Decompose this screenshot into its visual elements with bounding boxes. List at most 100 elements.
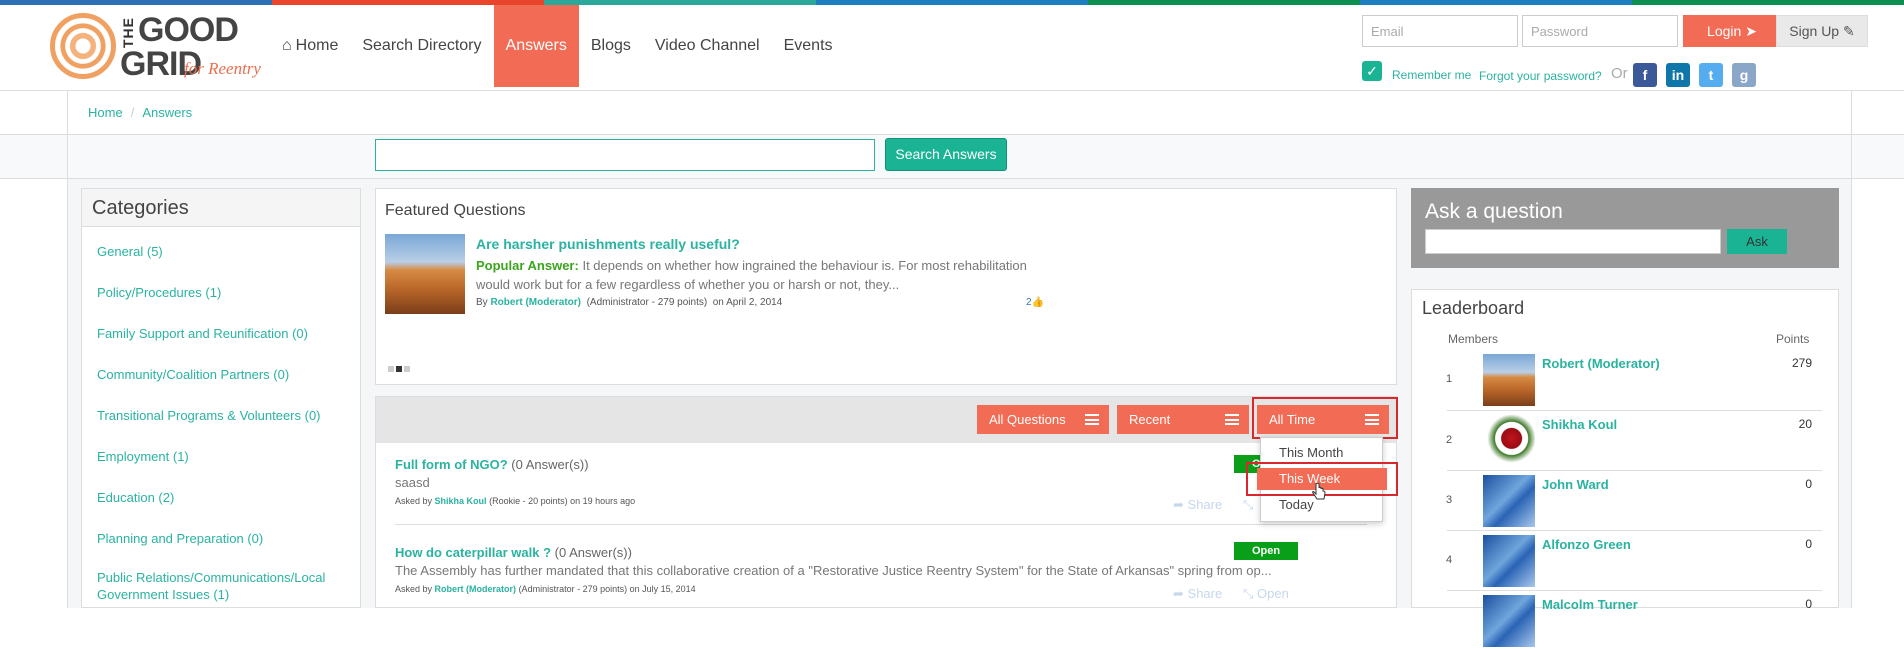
category-link[interactable]: General (5) — [82, 243, 360, 260]
category-link[interactable]: Employment (1) — [82, 448, 360, 465]
open-button[interactable]: ⤡ — [1243, 497, 1253, 513]
asked-by-prefix: Asked by — [395, 584, 433, 594]
question-title-link[interactable]: Full form of NGO? — [395, 457, 508, 472]
open-button[interactable]: ⤡ Open — [1243, 586, 1289, 602]
remember-me[interactable]: ✓ Remember me — [1362, 60, 1471, 82]
facebook-icon[interactable]: f — [1633, 63, 1657, 87]
carousel-dot[interactable] — [388, 366, 394, 372]
expand-icon: ⤡ — [1243, 586, 1254, 601]
avatar[interactable] — [1483, 475, 1535, 527]
nav-home[interactable]: ⌂ Home — [270, 5, 350, 87]
leaderboard-member-link[interactable]: Robert (Moderator) — [1542, 356, 1660, 371]
all-questions-label: All Questions — [989, 412, 1066, 427]
open-label: Open — [1257, 586, 1289, 601]
question-meta: (Rookie - 20 points) on 19 hours ago — [489, 496, 636, 506]
category-link[interactable]: Public Relations/Communications/Local Go… — [82, 569, 342, 603]
nav-blogs[interactable]: Blogs — [579, 5, 643, 87]
thumbs-up-icon: 👍 — [1031, 297, 1045, 308]
hand-cursor-icon — [1312, 483, 1326, 500]
question-author-link[interactable]: Robert (Moderator) — [435, 584, 517, 594]
leaderboard-rank: 4 — [1446, 554, 1453, 566]
recent-label: Recent — [1129, 412, 1171, 427]
remember-checkbox[interactable]: ✓ — [1362, 61, 1382, 81]
menu-icon — [1085, 414, 1099, 425]
featured-title: Featured Questions — [385, 202, 526, 219]
ask-button[interactable]: Ask — [1727, 229, 1787, 254]
dropdown-this-month[interactable]: This Month — [1261, 442, 1382, 464]
linkedin-icon[interactable]: in — [1666, 63, 1690, 87]
category-link[interactable]: Policy/Procedures (1) — [82, 284, 360, 301]
breadcrumb-current[interactable]: Answers — [142, 105, 192, 120]
avatar[interactable] — [1483, 535, 1535, 587]
google-icon[interactable]: g — [1732, 63, 1756, 87]
featured-question-link[interactable]: Are harsher punishments really useful? — [476, 236, 740, 252]
leaderboard-row: 4 Alfonzo Green 0 — [1446, 530, 1822, 590]
nav-events[interactable]: Events — [772, 5, 845, 87]
signup-label: Sign Up — [1789, 23, 1840, 39]
login-button[interactable]: Login ➤ — [1683, 15, 1781, 47]
category-link[interactable]: Planning and Preparation (0) — [82, 530, 360, 547]
avatar[interactable] — [1483, 354, 1535, 406]
carousel-dot[interactable] — [396, 366, 402, 372]
question-title-link[interactable]: How do caterpillar walk ? — [395, 545, 551, 560]
asked-by-prefix: Asked by — [395, 496, 433, 506]
question-author-link[interactable]: Shikha Koul — [435, 496, 487, 506]
share-icon: ➦ — [1173, 586, 1184, 601]
leaderboard-rank: 1 — [1446, 373, 1453, 385]
category-link[interactable]: Transitional Programs & Volunteers (0) — [82, 407, 360, 424]
leaderboard-points: 20 — [1798, 417, 1812, 431]
leaderboard-rank: 2 — [1446, 434, 1453, 446]
nav-video-channel[interactable]: Video Channel — [643, 5, 772, 87]
recent-filter[interactable]: Recent — [1117, 405, 1249, 434]
share-label: Share — [1187, 586, 1223, 601]
email-field[interactable]: Email — [1362, 15, 1518, 47]
featured-author-meta: (Administrator - 279 points) — [586, 297, 708, 308]
all-questions-filter[interactable]: All Questions — [977, 405, 1109, 434]
twitter-icon[interactable]: t — [1699, 63, 1723, 87]
leaderboard-row: Malcolm Turner 0 — [1447, 590, 1822, 650]
leaderboard-member-link[interactable]: Malcolm Turner — [1542, 597, 1638, 612]
search-answers-button[interactable]: Search Answers — [885, 138, 1007, 171]
nav-answers[interactable]: Answers — [493, 5, 579, 87]
signup-button[interactable]: Sign Up ✎ — [1776, 15, 1868, 47]
expand-icon: ⤡ — [1243, 497, 1254, 512]
leaderboard-member-link[interactable]: John Ward — [1542, 477, 1609, 492]
category-link[interactable]: Family Support and Reunification (0) — [82, 325, 360, 342]
forgot-password-link[interactable]: Forgot your password? — [1479, 69, 1602, 83]
all-time-highlight — [1252, 397, 1398, 439]
category-link[interactable]: Education (2) — [82, 489, 360, 506]
leaderboard-row: 1 Robert (Moderator) 279 — [1446, 350, 1822, 410]
leaderboard-member-link[interactable]: Alfonzo Green — [1542, 537, 1631, 552]
login-label: Login — [1707, 23, 1742, 39]
question-byline: Asked by Shikha Koul (Rookie - 20 points… — [395, 496, 1385, 506]
featured-questions-panel: Featured Questions Are harsher punishmen… — [375, 188, 1397, 385]
share-icon: ➦ — [1173, 497, 1184, 512]
ask-question-input[interactable] — [1425, 229, 1721, 254]
leaderboard-member-link[interactable]: Shikha Koul — [1542, 417, 1617, 432]
logo-emblem — [50, 13, 116, 79]
site-header: THE GOOD GRID for Reentry ⌂ Home Search D… — [0, 5, 1904, 91]
avatar[interactable] — [1483, 595, 1535, 647]
search-input[interactable] — [375, 139, 875, 171]
question-byline: Asked by Robert (Moderator) (Administrat… — [395, 584, 1385, 594]
featured-date: on April 2, 2014 — [712, 297, 783, 308]
breadcrumb-home[interactable]: Home — [88, 105, 123, 120]
remember-label: Remember me — [1392, 68, 1472, 82]
featured-by-prefix: By — [476, 297, 488, 308]
carousel-indicators — [388, 366, 410, 372]
share-button[interactable]: ➦ Share — [1173, 586, 1222, 602]
nav-search-directory[interactable]: Search Directory — [350, 5, 493, 87]
site-logo[interactable]: THE GOOD GRID for Reentry — [48, 9, 268, 87]
carousel-dot[interactable] — [404, 366, 410, 372]
featured-likes[interactable]: 2👍 — [1026, 297, 1044, 308]
points-header: Points — [1776, 332, 1810, 346]
share-button[interactable]: ➦ Share — [1173, 497, 1222, 513]
question-answer-count: (0 Answer(s)) — [511, 457, 589, 472]
featured-author-link[interactable]: Robert (Moderator) — [490, 297, 581, 308]
leaderboard-points: 0 — [1805, 597, 1812, 611]
avatar[interactable] — [1483, 415, 1535, 467]
password-field[interactable]: Password — [1522, 15, 1678, 47]
menu-icon — [1225, 414, 1239, 425]
category-link[interactable]: Community/Coalition Partners (0) — [82, 366, 360, 383]
status-badge: Open — [1234, 542, 1298, 560]
